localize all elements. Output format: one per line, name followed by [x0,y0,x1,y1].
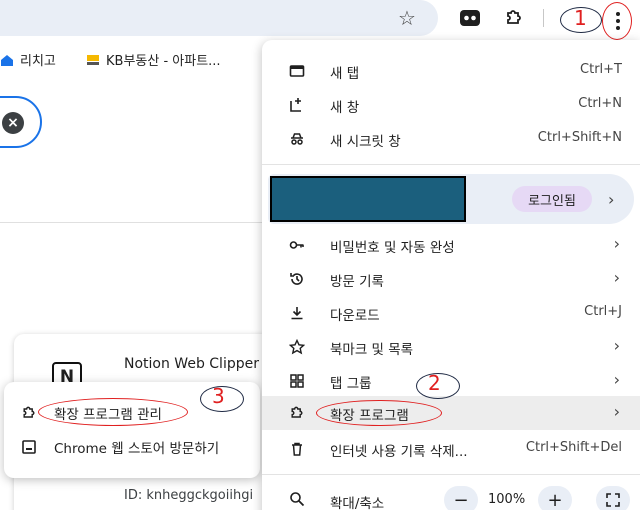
extension-id: ID: knheggckgoiihgi [124,488,254,503]
menu-item-incognito[interactable]: 새 시크릿 창 Ctrl+Shift+N [262,122,640,156]
bookmark-label: 리치고 [20,54,56,69]
menu-divider [262,474,640,475]
redacted-profile-box [270,176,466,222]
menu-item-history[interactable]: 방문 기록 › [262,262,640,296]
annotation-oval-menu [602,2,632,40]
fullscreen-icon [606,493,620,507]
zoom-icon [288,490,306,508]
page-divider [0,222,262,223]
chevron-right-icon: › [613,402,620,421]
bookmark-label: KB부동산 - 아파트... [106,54,221,69]
menu-item-label: 탭 그룹 [330,376,372,392]
tab-groups-icon [288,372,306,390]
menu-item-new-window[interactable]: 새 창 Ctrl+N [262,88,640,122]
bookmark-item[interactable]: 리치고 [0,50,56,69]
chevron-right-icon: › [613,234,620,253]
menu-item-bookmarks[interactable]: 북마크 및 목록 › [262,330,640,364]
menu-item-label: 새 탭 [330,66,360,82]
annotation-number-3: 3 [212,384,225,408]
menu-item-shortcut: Ctrl+N [578,96,622,111]
chevron-right-icon: › [613,268,620,287]
trash-icon [288,440,306,458]
notion-extension-icon[interactable] [458,6,482,30]
annotation-number-2: 2 [428,371,441,395]
star-icon [288,338,306,356]
kb-icon [87,54,99,65]
menu-item-downloads[interactable]: 다운로드 Ctrl+J [262,296,640,330]
menu-item-label: 방문 기록 [330,274,384,290]
chevron-right-icon: › [608,190,615,209]
zoom-value: 100% [488,492,526,507]
new-tab-icon [288,62,306,80]
web-store-item[interactable]: Chrome 웹 스토어 방문하기 [4,430,260,464]
menu-item-shortcut: Ctrl+Shift+Del [525,440,622,455]
zoom-out-button[interactable]: − [444,486,478,510]
menu-item-shortcut: Ctrl+J [584,304,622,319]
incognito-icon [288,130,306,148]
close-icon[interactable]: × [2,112,24,134]
annotation-number-1: 1 [574,6,587,30]
chevron-right-icon: › [613,370,620,389]
menu-item-shortcut: Ctrl+T [580,62,622,77]
store-icon [20,438,38,456]
menu-item-label: 새 창 [330,100,360,116]
menu-item-label: 인터넷 사용 기록 삭제... [330,444,468,460]
menu-item-label: 비밀번호 및 자동 완성 [330,240,455,256]
annotation-oval-2-label [316,400,442,426]
menu-item-label: 다운로드 [330,308,380,324]
zoom-in-button[interactable]: + [538,486,572,510]
extension-name: Notion Web Clipper [124,356,259,372]
menu-item-passwords[interactable]: 비밀번호 및 자동 완성 › [262,228,640,262]
address-bar[interactable] [0,0,438,36]
web-store-label: Chrome 웹 스토어 방문하기 [54,441,220,457]
signed-in-badge: 로그인됨 [512,186,592,212]
chevron-right-icon: › [613,336,620,355]
extensions-puzzle-icon[interactable] [502,6,526,30]
bookmark-star-icon[interactable]: ☆ [398,6,416,30]
house-icon [1,54,13,66]
fullscreen-button[interactable] [596,486,630,510]
history-icon [288,270,306,288]
toolbar-separator [543,9,544,27]
menu-divider [262,164,640,165]
puzzle-icon [288,404,306,422]
menu-item-new-tab[interactable]: 새 탭 Ctrl+T [262,54,640,88]
annotation-oval-3-label [38,398,188,426]
menu-item-label: 북마크 및 목록 [330,342,414,358]
menu-item-clear-history[interactable]: 인터넷 사용 기록 삭제... Ctrl+Shift+Del [262,432,640,466]
bookmark-item[interactable]: KB부동산 - 아파트... [86,50,221,69]
puzzle-icon [20,404,38,422]
zoom-row: 확대/축소 − 100% + [262,484,640,510]
new-window-icon [288,96,306,114]
key-icon [288,236,306,254]
download-icon [288,304,306,322]
menu-item-label: 새 시크릿 창 [330,134,401,150]
toolbar: ☆ 1 [0,0,640,40]
zoom-label: 확대/축소 [330,496,385,510]
menu-item-shortcut: Ctrl+Shift+N [537,130,622,145]
